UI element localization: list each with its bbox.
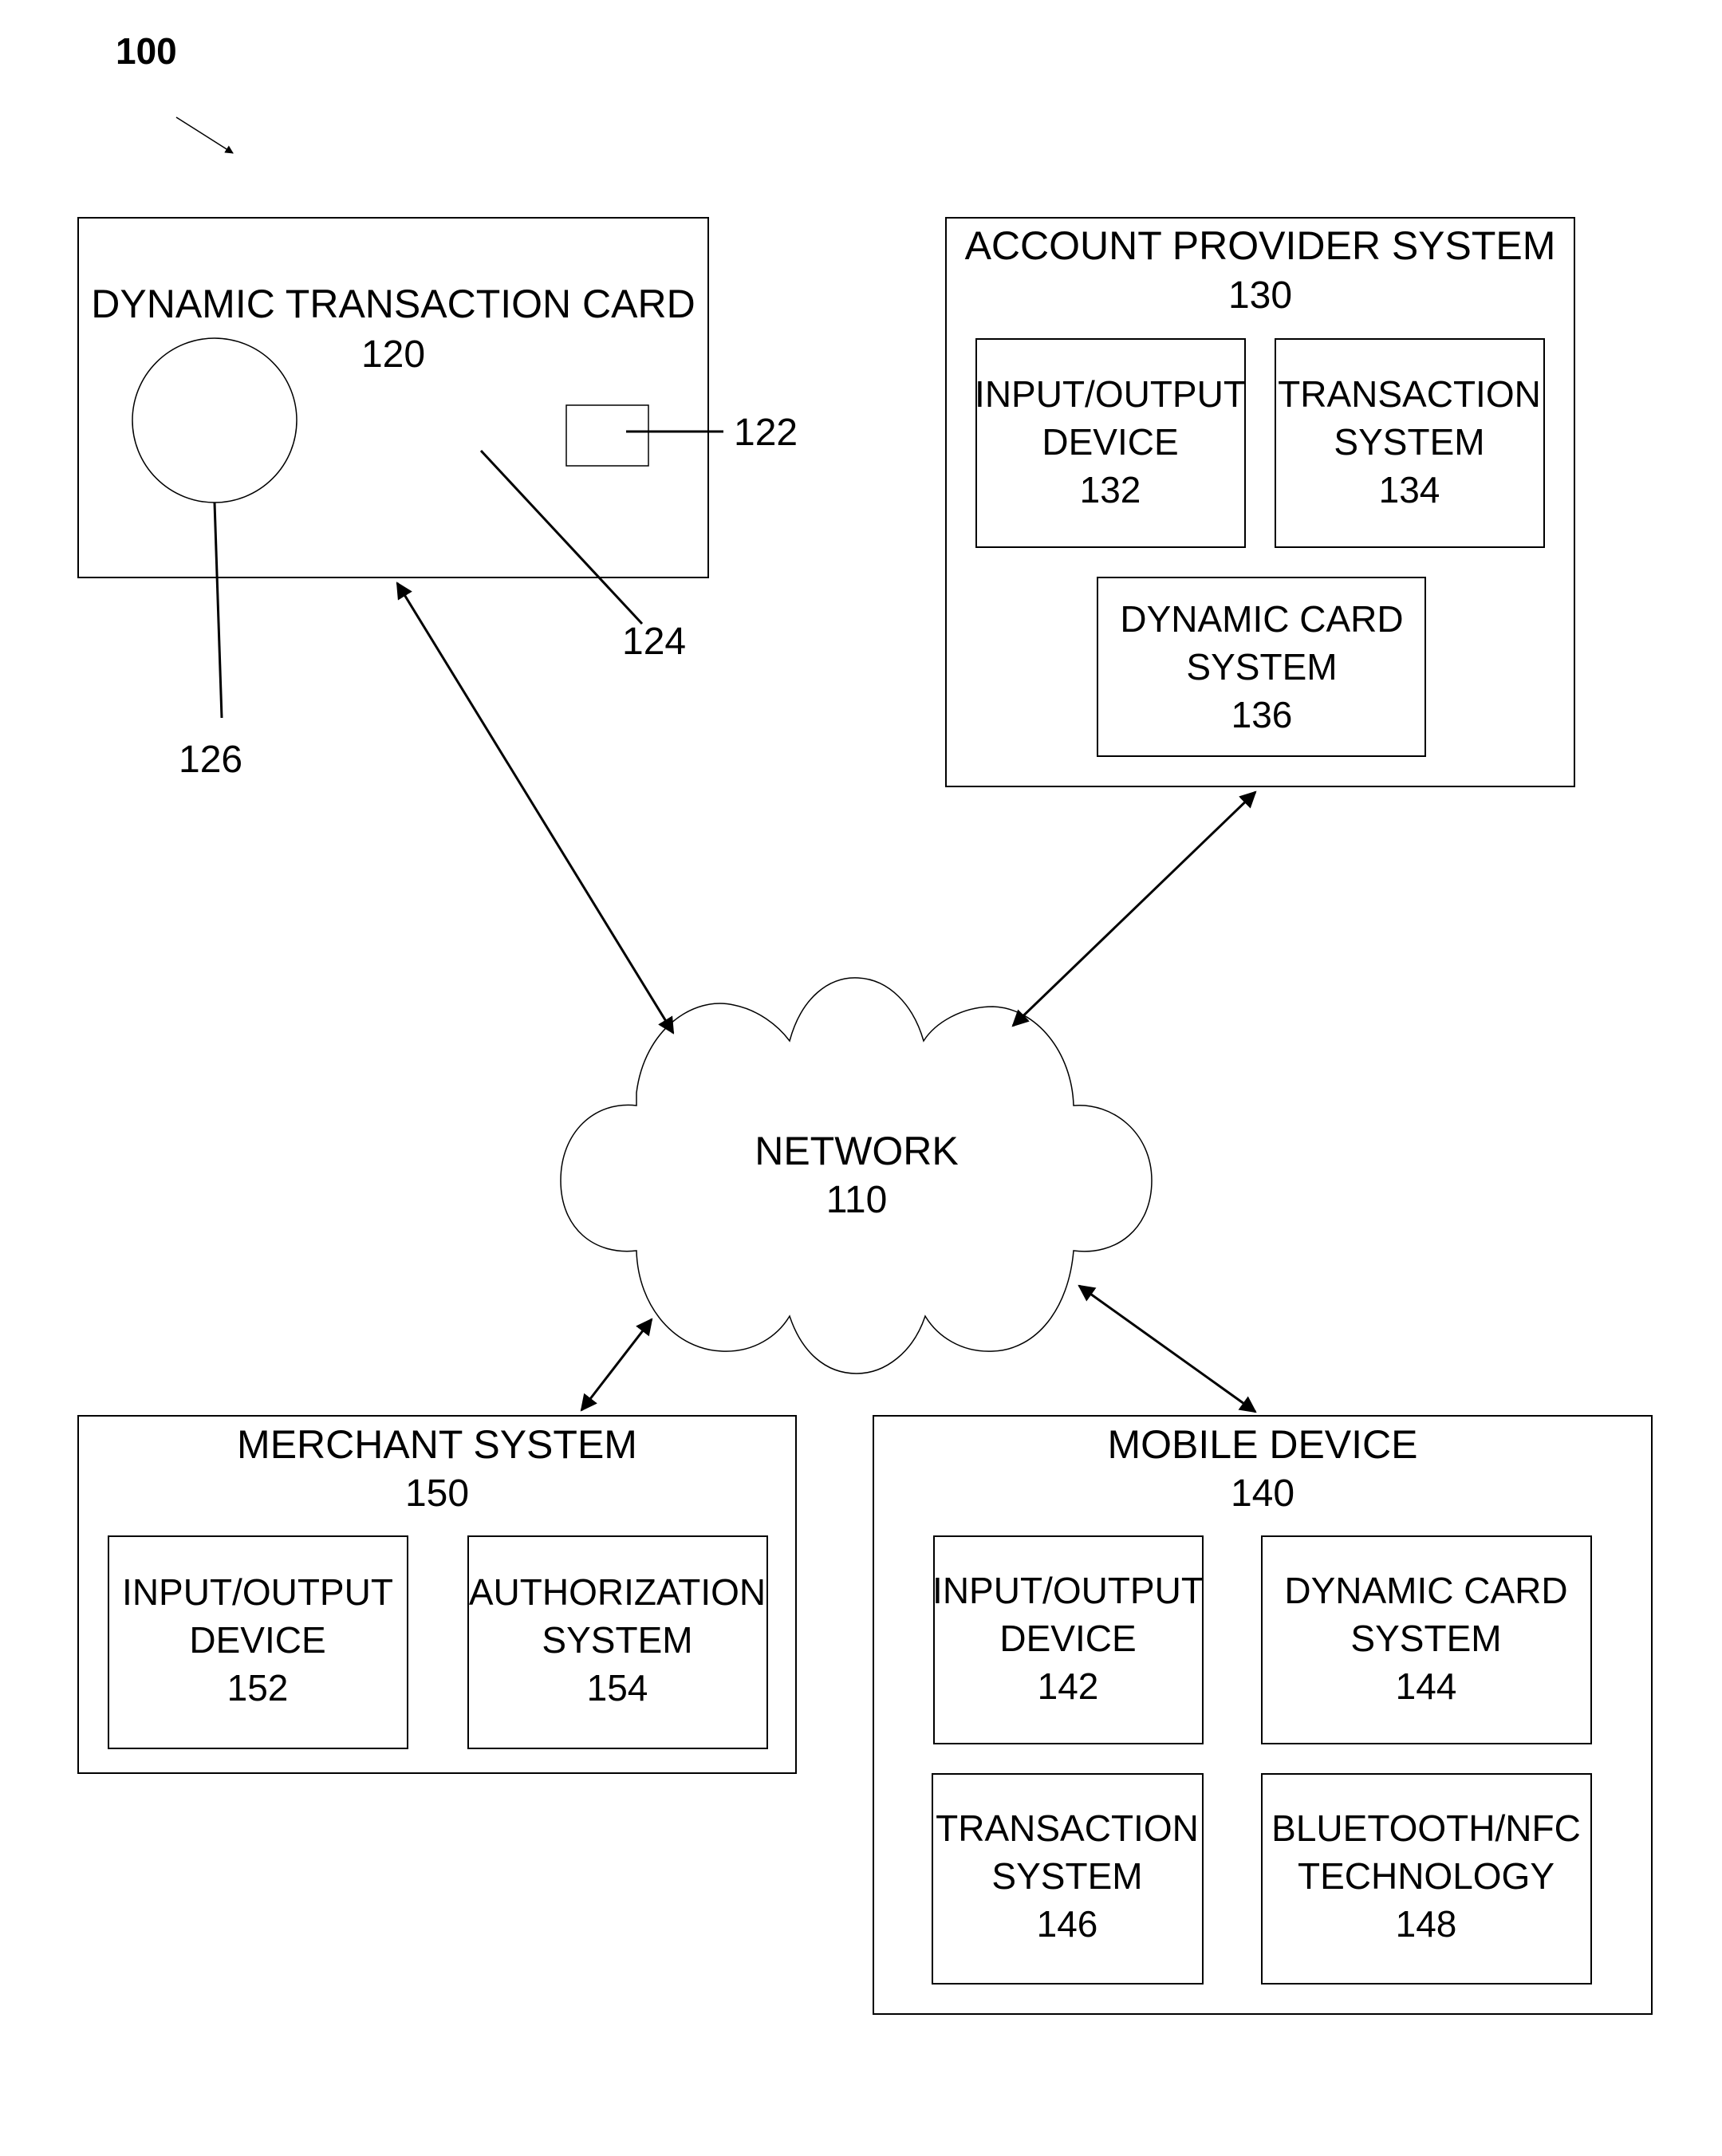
component-label: DEVICE <box>999 1618 1136 1659</box>
figure-label: 100 <box>116 30 177 72</box>
component-ref: 136 <box>1231 694 1293 735</box>
component-label: DEVICE <box>189 1619 325 1661</box>
component-label: INPUT/OUTPUT <box>122 1571 393 1613</box>
account-provider-system: ACCOUNT PROVIDER SYSTEM 130 INPUT/OUTPUT… <box>945 217 1575 787</box>
component-ref: 142 <box>1038 1665 1099 1707</box>
network-title: NETWORK <box>755 1129 959 1173</box>
card-outline <box>77 217 709 578</box>
figure-pointer-arrow <box>175 116 234 154</box>
merchant-title: MERCHANT SYSTEM <box>237 1422 637 1467</box>
component-label: SYSTEM <box>1186 646 1337 688</box>
component-label: SYSTEM <box>991 1855 1142 1897</box>
merchant-ref: 150 <box>405 1472 469 1515</box>
component-label: SYSTEM <box>1334 421 1484 463</box>
component-label: INPUT/OUTPUT <box>975 373 1246 415</box>
component-ref: 134 <box>1379 469 1440 510</box>
component-label: DYNAMIC CARD <box>1120 598 1403 640</box>
component-ref: 148 <box>1396 1903 1457 1945</box>
cloud-outline <box>560 977 1153 1374</box>
account-network-arrow <box>1011 790 1257 1027</box>
component-label: SYSTEM <box>542 1619 692 1661</box>
component-label: DEVICE <box>1042 421 1178 463</box>
component-label: TRANSACTION <box>936 1807 1199 1849</box>
component-label: AUTHORIZATION <box>469 1571 766 1613</box>
merchant-network-arrow <box>580 1318 653 1412</box>
component-ref: 132 <box>1080 469 1141 510</box>
card-ref: 120 <box>361 333 425 376</box>
component-label: TECHNOLOGY <box>1298 1855 1555 1897</box>
network-ref: 110 <box>826 1179 888 1221</box>
component-label: BLUETOOTH/NFC <box>1271 1807 1581 1849</box>
account-provider-title: ACCOUNT PROVIDER SYSTEM <box>965 223 1556 268</box>
component-ref: 154 <box>587 1667 648 1709</box>
chip-callout: 122 <box>734 412 798 454</box>
component-label: DYNAMIC CARD <box>1284 1570 1567 1611</box>
system-diagram: 100 DYNAMIC TRANSACTION CARD 120 122 124… <box>77 30 1653 2015</box>
dynamic-transaction-card: DYNAMIC TRANSACTION CARD 120 122 124 126 <box>77 217 798 781</box>
mobile-network-arrow <box>1078 1284 1257 1413</box>
component-label: SYSTEM <box>1350 1618 1501 1659</box>
antenna-callout: 126 <box>179 739 242 781</box>
component-ref: 146 <box>1037 1903 1098 1945</box>
body-callout: 124 <box>622 621 686 663</box>
mobile-ref: 140 <box>1231 1472 1294 1515</box>
component-label: TRANSACTION <box>1278 373 1541 415</box>
card-title: DYNAMIC TRANSACTION CARD <box>91 282 695 326</box>
component-label: INPUT/OUTPUT <box>932 1570 1204 1611</box>
merchant-system: MERCHANT SYSTEM 150 INPUT/OUTPUT DEVICE … <box>77 1415 797 1774</box>
mobile-device: MOBILE DEVICE 140 INPUT/OUTPUT DEVICE 14… <box>873 1415 1653 2015</box>
network-cloud: NETWORK 110 <box>560 977 1153 1374</box>
mobile-title: MOBILE DEVICE <box>1108 1422 1418 1467</box>
account-provider-ref: 130 <box>1228 274 1292 317</box>
component-ref: 152 <box>227 1667 289 1709</box>
component-ref: 144 <box>1396 1665 1457 1707</box>
